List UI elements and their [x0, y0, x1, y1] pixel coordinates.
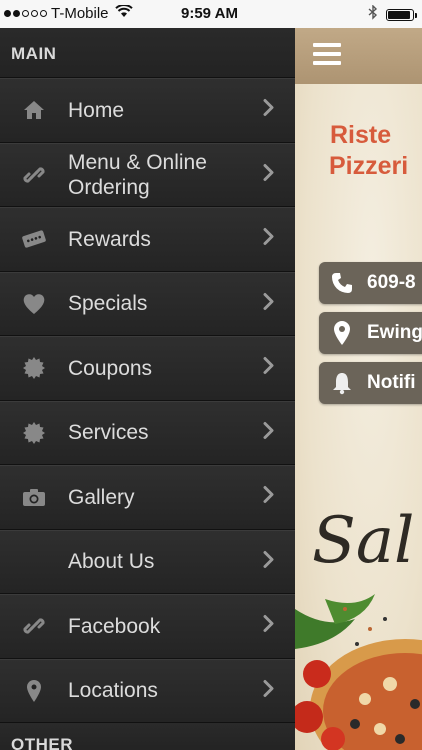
location-label: Ewing [367, 322, 422, 343]
menu-item-label: Rewards [68, 227, 151, 251]
section-header-main: MAIN [0, 28, 295, 78]
menu-item-facebook[interactable]: Facebook [0, 594, 295, 659]
map-pin-icon [329, 320, 355, 346]
script-logo-text: Sal [312, 504, 415, 578]
top-bar [295, 28, 422, 84]
phone-label: 609-8 [367, 272, 416, 293]
menu-item-rewards[interactable]: Rewards [0, 207, 295, 272]
menu-item-label: Facebook [68, 614, 161, 638]
chevron-right-icon [263, 228, 275, 251]
menu-item-label: Coupons [68, 356, 153, 380]
notifications-button[interactable]: Notifi [319, 362, 422, 404]
location-button[interactable]: Ewing [319, 312, 422, 354]
camera-icon [20, 483, 48, 511]
battery-icon [386, 8, 417, 21]
phone-button[interactable]: 609-8 [319, 262, 422, 304]
menu-item-coupons[interactable]: Coupons [0, 336, 295, 401]
bluetooth-icon [368, 4, 378, 24]
home-background: Riste Pizzeri 609-8 Ewing Notifi Sal [295, 84, 422, 750]
wifi-icon [114, 4, 133, 22]
hamburger-menu-icon[interactable] [313, 43, 341, 70]
section-header-other: OTHER [0, 723, 295, 750]
restaurant-title: Riste Pizzeri [329, 120, 409, 182]
title-line-1: Riste [330, 121, 392, 149]
link-icon [20, 612, 48, 640]
menu-item-label: Services [68, 421, 149, 445]
link-icon [20, 161, 48, 189]
menu-item-label: About Us [68, 550, 155, 574]
badge-icon [20, 419, 48, 447]
menu-item-specials[interactable]: Specials [0, 271, 295, 336]
menu-item-menu-online-ordering[interactable]: Menu & Online Ordering [0, 142, 295, 207]
signal-strength-icon [4, 10, 47, 17]
carrier-name: T-Mobile [51, 5, 109, 22]
chevron-right-icon [263, 679, 275, 702]
menu-item-label: Gallery [68, 485, 135, 509]
status-bar: T-Mobile 9:59 AM [0, 0, 422, 28]
chevron-right-icon [263, 163, 275, 186]
menu-item-services[interactable]: Services [0, 400, 295, 465]
phone-icon [329, 271, 355, 295]
menu-item-label: Home [68, 98, 125, 122]
main-content: Riste Pizzeri 609-8 Ewing Notifi Sal [295, 28, 422, 750]
menu-item-label: Locations [68, 679, 158, 703]
menu-item-label: Menu & Online Ordering [68, 150, 207, 199]
empty-icon [20, 548, 48, 576]
menu-item-home[interactable]: Home [0, 78, 295, 143]
chevron-right-icon [263, 486, 275, 509]
menu-item-gallery[interactable]: Gallery [0, 465, 295, 530]
title-line-2: Pizzeri [329, 152, 409, 180]
chevron-right-icon [263, 615, 275, 638]
pizza-image [295, 589, 422, 750]
menu-item-label: Specials [68, 292, 148, 316]
badge-icon [20, 354, 48, 382]
chevron-right-icon [263, 357, 275, 380]
side-drawer: MAIN Home Menu & Online Ordering Rewards Sp… [0, 28, 295, 750]
menu-item-locations[interactable]: Locations [0, 658, 295, 723]
menu-list: Home Menu & Online Ordering Rewards Special… [0, 78, 295, 723]
pin-icon [20, 677, 48, 705]
chevron-right-icon [263, 99, 275, 122]
clock: 9:59 AM [181, 5, 238, 22]
chevron-right-icon [263, 421, 275, 444]
chevron-right-icon [263, 550, 275, 573]
notifications-label: Notifi [367, 372, 416, 393]
chevron-right-icon [263, 292, 275, 315]
home-icon [20, 96, 48, 124]
bell-icon [329, 371, 355, 395]
ticket-icon [20, 225, 48, 253]
menu-item-about-us[interactable]: About Us [0, 529, 295, 594]
heart-icon [20, 290, 48, 318]
